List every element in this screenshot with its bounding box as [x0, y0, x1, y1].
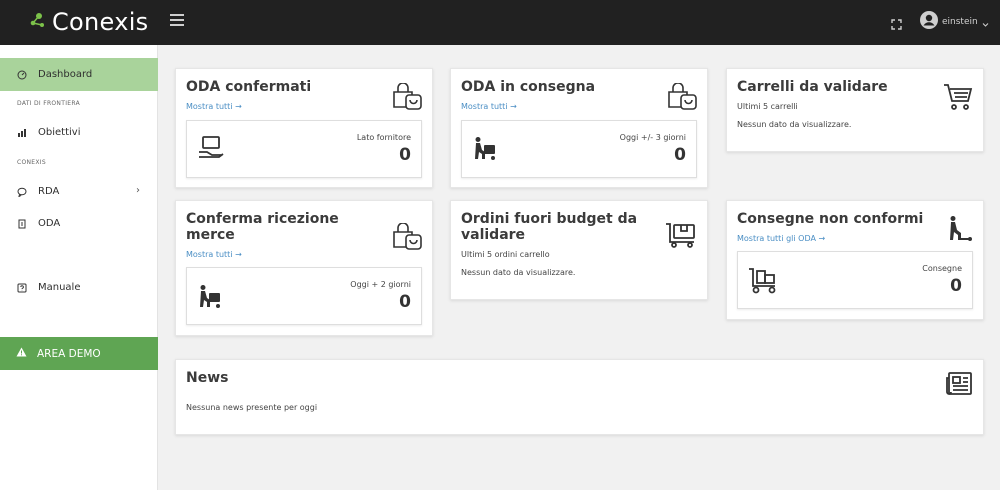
card-title: Consegne non conformi [737, 211, 924, 227]
show-all-link[interactable]: Mostra tutti → [461, 102, 517, 111]
sidebar-item-label: Obiettivi [38, 127, 81, 138]
arrow-right-icon: → [235, 250, 242, 259]
stat-label: Lato fornitore [356, 133, 411, 142]
warning-icon [16, 347, 27, 360]
document-icon [17, 219, 27, 229]
card-oda-in-consegna: ODA in consegna Mostra tutti → Oggi +/- … [450, 68, 708, 188]
stat-value: 0 [674, 145, 686, 165]
empty-message: Nessun dato da visualizzare. [737, 120, 852, 129]
menu-toggle-icon[interactable] [170, 14, 184, 26]
card-carrelli-da-validare: Carrelli da validare Ultimi 5 carrelli N… [726, 68, 984, 152]
stat-label: Oggi + 2 giorni [350, 280, 411, 289]
person-cart-icon [945, 215, 973, 247]
stat-value: 0 [399, 145, 411, 165]
show-all-link[interactable]: Mostra tutti gli ODA → [737, 234, 825, 243]
stat-label: Oggi +/- 3 giorni [619, 133, 686, 142]
chat-icon [17, 187, 27, 197]
section-label-conexis: CONEXIS [17, 159, 46, 166]
user-name: einstein [942, 17, 978, 27]
shopping-bag-icon [392, 82, 422, 115]
card-oda-confermati: ODA confermati Mostra tutti → Lato forni… [175, 68, 433, 188]
help-icon [17, 283, 27, 293]
card-ordini-fuori-budget: Ordini fuori budget da validare Ultimi 5… [450, 200, 708, 300]
arrow-right-icon: → [235, 102, 242, 111]
sidebar-item-label: ODA [38, 218, 61, 229]
show-all-link[interactable]: Mostra tutti → [186, 250, 242, 259]
sidebar-item-dashboard[interactable]: Dashboard [0, 58, 158, 91]
hand-truck-icon [748, 266, 778, 298]
sidebar-item-obiettivi[interactable]: Obiettivi [0, 116, 158, 149]
stat-box[interactable]: Oggi + 2 giorni 0 [186, 267, 422, 325]
brand[interactable]: Conexis [28, 8, 148, 36]
card-subtitle: Ultimi 5 carrelli [737, 102, 798, 111]
newspaper-icon [945, 371, 973, 401]
sidebar-item-label: Manuale [38, 282, 81, 293]
sidebar-item-manuale[interactable]: Manuale [0, 271, 158, 304]
arrow-right-icon: → [510, 102, 517, 111]
fullscreen-icon[interactable] [891, 15, 902, 30]
laptop-hand-icon [197, 135, 225, 165]
chevron-down-icon [982, 13, 989, 32]
bar-chart-icon [17, 128, 27, 138]
cart-box-icon [665, 221, 697, 253]
show-all-link[interactable]: Mostra tutti → [186, 102, 242, 111]
arrow-right-icon: → [818, 234, 826, 243]
card-consegne-non-conformi: Consegne non conformi Mostra tutti gli O… [726, 200, 984, 320]
stat-box[interactable]: Lato fornitore 0 [186, 120, 422, 178]
sidebar-item-oda[interactable]: ODA [0, 207, 158, 240]
logo-icon [28, 11, 46, 33]
card-subtitle: Ultimi 5 ordini carrello [461, 250, 550, 259]
section-label-dati: DATI DI FRONTIERA [17, 100, 80, 107]
stat-label: Consegne [922, 264, 962, 273]
avatar-icon [920, 11, 938, 33]
delivery-person-icon [197, 284, 223, 314]
empty-message: Nessun dato da visualizzare. [461, 268, 576, 277]
sidebar-item-rda[interactable]: RDA › [0, 175, 158, 208]
card-title: Ordini fuori budget da validare [461, 211, 638, 243]
card-title: ODA in consegna [461, 79, 596, 95]
empty-message: Nessuna news presente per oggi [186, 403, 318, 412]
shopping-bag-icon [392, 222, 422, 255]
stat-box[interactable]: Oggi +/- 3 giorni 0 [461, 120, 697, 178]
card-title: ODA confermati [186, 79, 312, 95]
card-title: News [186, 370, 229, 386]
brand-name: Conexis [52, 8, 149, 36]
card-news: News Nessuna news presente per oggi [175, 359, 984, 435]
stat-value: 0 [399, 292, 411, 312]
chevron-right-icon: › [136, 185, 140, 196]
card-title: Conferma ricezione merce [186, 211, 339, 243]
shopping-bag-icon [667, 82, 697, 115]
card-title: Carrelli da validare [737, 79, 888, 95]
top-bar: Conexis einstein [0, 0, 1000, 45]
sidebar: Dashboard DATI DI FRONTIERA Obiettivi CO… [0, 45, 158, 490]
gauge-icon [17, 70, 27, 80]
area-demo-label: AREA DEMO [37, 347, 101, 360]
sidebar-item-label: RDA [38, 186, 60, 197]
user-menu[interactable]: einstein [920, 11, 989, 33]
stat-value: 0 [950, 276, 962, 296]
delivery-person-icon [472, 136, 498, 166]
stat-box[interactable]: Consegne 0 [737, 251, 973, 309]
area-demo-banner[interactable]: AREA DEMO [0, 337, 158, 370]
card-conferma-ricezione: Conferma ricezione merce Mostra tutti → … [175, 200, 433, 336]
shopping-cart-icon [943, 83, 973, 115]
sidebar-item-label: Dashboard [38, 69, 93, 80]
